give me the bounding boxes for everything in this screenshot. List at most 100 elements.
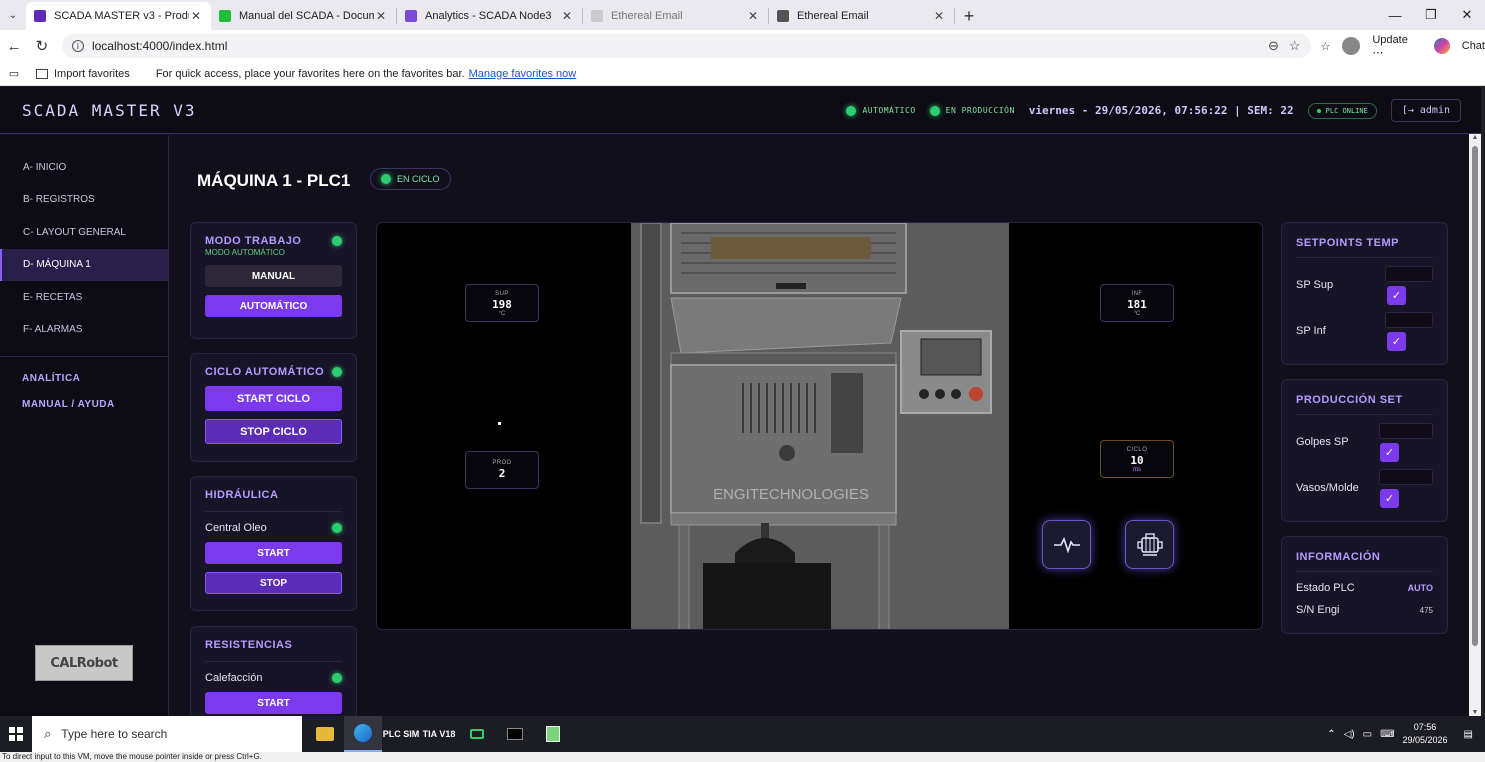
terminal-green-icon[interactable] [458,716,496,752]
scroll-down-icon[interactable]: ▼ [1469,709,1481,716]
tab-favicon [34,10,46,22]
central-oleo-label: Central Oleo [205,522,267,534]
golpes-sp-label: Golpes SP [1296,436,1349,448]
scada-app: SCADA MASTER V3 AUTOMÁTICO EN PRODUCCIÓN… [0,87,1481,716]
panel-title: INFORMACIÓN [1296,551,1433,572]
sidebar-item-inicio[interactable]: A- INICIO [0,151,168,184]
taskbar-clock[interactable]: 07:56 29/05/2026 [1403,721,1448,747]
close-icon[interactable]: ✕ [746,9,760,23]
tab-actions-icon[interactable]: ⌄ [0,0,26,30]
panel-title: MODO TRABAJO [205,235,302,247]
resistances-start-button[interactable]: START [205,692,342,714]
address-bar-row: ← ↻ i localhost:4000/index.html ⊖ ☆ ☆ Up… [0,30,1485,62]
motor-button[interactable] [1125,520,1174,569]
chevron-up-icon[interactable]: ⌃ [1327,729,1335,740]
sp-sup-input[interactable] [1385,266,1433,282]
tab-label: Manual del SCADA - Documentación [239,10,374,22]
favorite-star-icon[interactable]: ☆ [1289,38,1301,54]
close-icon[interactable]: ✕ [932,9,946,23]
import-favorites[interactable]: Import favorites [36,68,130,80]
tab-favicon [591,10,603,22]
inf-temp-tile: INF 181 °C [1100,284,1174,322]
back-icon[interactable]: ← [0,38,28,55]
golpes-sp-confirm-checkbox[interactable]: ✓ [1380,443,1399,462]
close-icon[interactable]: ✕ [189,9,203,23]
refresh-icon[interactable]: ↻ [28,37,56,55]
scroll-thumb[interactable] [1472,146,1478,646]
serial-label: S/N Engi [1296,604,1340,616]
close-window-icon[interactable]: ✕ [1449,0,1485,30]
sidebar-item-maquina-1[interactable]: D- MÁQUINA 1 [0,248,168,281]
sp-inf-input[interactable] [1385,312,1433,328]
close-icon[interactable]: ✕ [374,9,388,23]
close-icon[interactable]: ✕ [560,9,574,23]
trend-chart-button[interactable] [1042,520,1091,569]
chat-label[interactable]: Chat [1462,40,1485,52]
sidebar-item-recetas[interactable]: E- RECETAS [0,281,168,314]
plcsim-icon[interactable]: PLC SIM [382,716,420,752]
sp-inf-confirm-checkbox[interactable]: ✓ [1387,332,1406,351]
notification-icon[interactable]: ▤ [1464,729,1473,740]
setpoints-temp-panel: SETPOINTS TEMP SP Sup ✓ SP Inf ✓ [1281,222,1448,365]
sidebar-link-analitica[interactable]: ANALÍTICA [0,365,168,391]
minimize-icon[interactable]: — [1377,0,1413,30]
clock-date: 29/05/2026 [1402,735,1448,745]
hydraulics-panel: HIDRÁULICA Central Oleo START STOP [190,476,357,611]
url-field[interactable]: i localhost:4000/index.html ⊖ ☆ [61,34,1311,58]
system-tray: ⌃ ◁) ▭ ⌨ 07:56 29/05/2026 ▤ [1327,716,1485,752]
manual-mode-button[interactable]: MANUAL [205,265,342,287]
tia-portal-icon[interactable]: TIA V18 [420,716,458,752]
zoom-icon[interactable]: ⊖ [1268,38,1279,54]
update-button[interactable]: Update ⋯ [1372,34,1421,59]
stop-cycle-button[interactable]: STOP CICLO [205,419,342,444]
hydraulics-start-button[interactable]: START [205,542,342,564]
sp-sup-confirm-checkbox[interactable]: ✓ [1387,286,1406,305]
favorites-icon[interactable]: ☆ [1321,40,1331,53]
vasos-molde-input[interactable] [1379,469,1433,485]
status-dot [846,105,857,116]
start-cycle-button[interactable]: START CICLO [205,386,342,411]
speaker-icon[interactable]: ◁) [1344,729,1355,740]
waveform-icon [1053,536,1080,553]
network-icon[interactable]: ▭ [1363,729,1372,740]
command-prompt-icon[interactable] [496,716,534,752]
cycle-status-label: EN CICLO [397,174,440,184]
calrobot-logo: CALRobot [35,645,133,681]
edge-browser-icon[interactable] [344,716,382,752]
page-scrollbar[interactable]: ▲ ▼ [1469,134,1481,716]
sidebar-link-manual[interactable]: MANUAL / AYUDA [0,391,168,417]
golpes-sp-input[interactable] [1379,423,1433,439]
new-tab-button[interactable]: + [955,2,983,30]
tab-ethereal-email-2[interactable]: Ethereal Email ✕ [769,2,954,30]
restore-icon[interactable]: ❐ [1413,0,1449,30]
language-icon[interactable]: ⌨ [1380,729,1394,740]
admin-logout-button[interactable]: [→ admin [1390,99,1461,122]
inf-temp-value: 181 [1127,298,1147,311]
copilot-icon[interactable] [1433,38,1450,54]
site-info-icon[interactable]: i [71,40,84,52]
tab-analytics[interactable]: Analytics - SCADA Node3 ✕ [397,2,582,30]
vm-hint-bar: To direct input to this VM, move the mou… [0,752,1485,762]
mode-indicator-label: AUTOMÁTICO [862,106,916,115]
vasos-molde-confirm-checkbox[interactable]: ✓ [1380,489,1399,508]
scroll-up-icon[interactable]: ▲ [1469,134,1481,141]
search-icon: ⌕ [44,726,52,741]
profile-avatar[interactable] [1342,37,1361,55]
manage-favorites-link[interactable]: Manage favorites now [469,68,577,80]
machine-image: ENGITECHNOLOGIES [631,223,1009,629]
auto-mode-button[interactable]: AUTOMÁTICO [205,295,342,317]
sidebar-item-layout-general[interactable]: C- LAYOUT GENERAL [0,216,168,249]
tab-list-icon[interactable]: ▭ [0,67,28,80]
notepad-icon[interactable] [534,716,572,752]
file-explorer-icon[interactable] [306,716,344,752]
calefaccion-label: Calefacción [205,672,263,684]
windows-start-icon[interactable] [0,716,32,752]
tab-ethereal-email-1[interactable]: Ethereal Email ✕ [583,2,768,30]
tab-manual[interactable]: Manual del SCADA - Documentación ✕ [211,2,396,30]
sidebar-item-alarmas[interactable]: F- ALARMAS [0,314,168,347]
taskbar-search-input[interactable]: ⌕ Type here to search [32,716,302,752]
tab-favicon [405,10,417,22]
tab-scada-master[interactable]: SCADA MASTER v3 - Producción ✕ [26,2,211,30]
hydraulics-stop-button[interactable]: STOP [205,572,342,594]
sidebar-item-registros[interactable]: B- REGISTROS [0,184,168,217]
